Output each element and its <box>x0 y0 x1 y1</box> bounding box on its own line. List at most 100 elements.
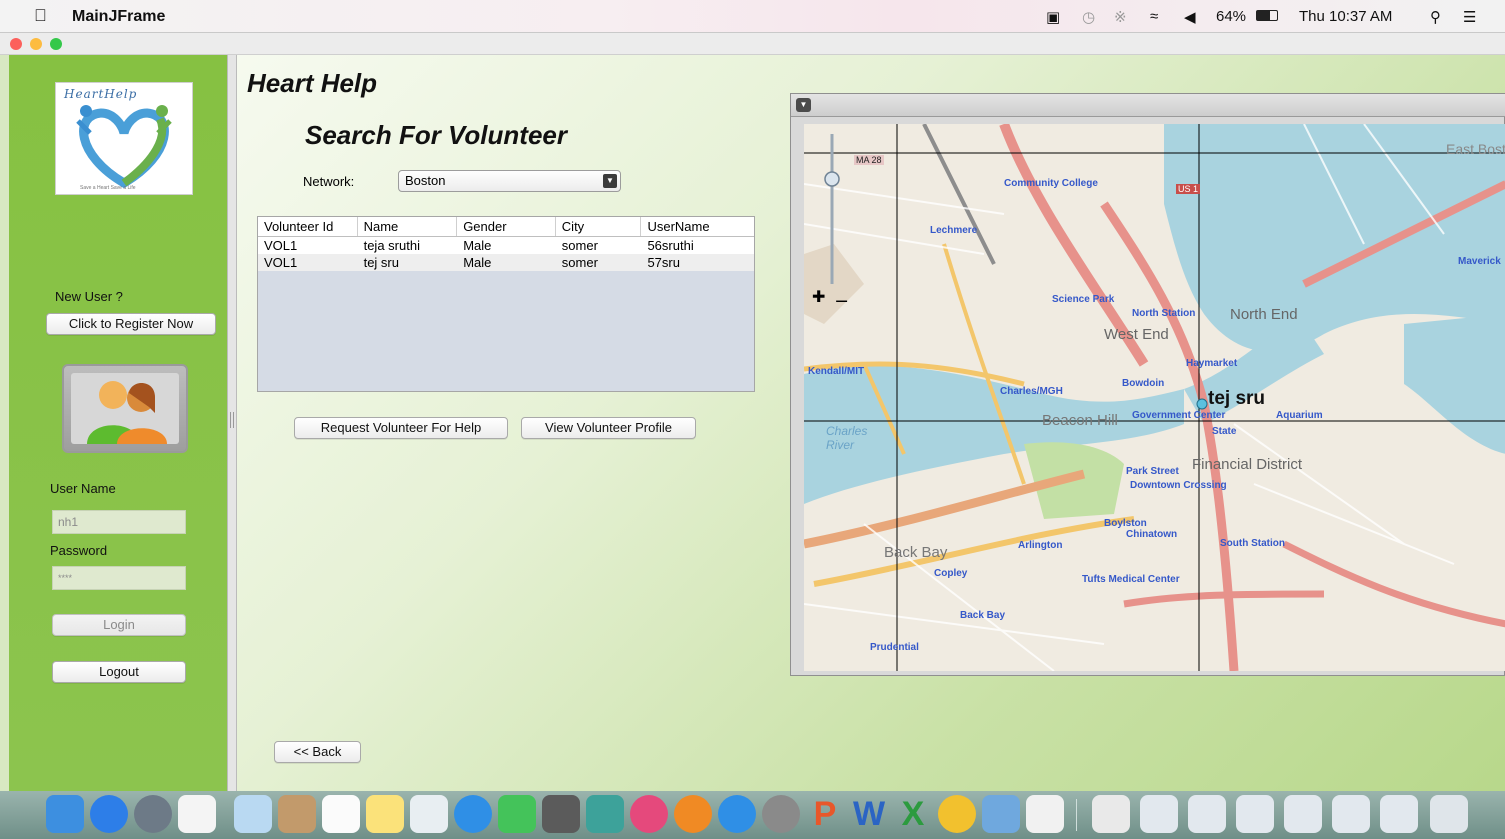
zoom-out-icon[interactable]: ⚊ <box>835 288 848 306</box>
spotlight-icon[interactable]: ⚲ <box>1430 8 1441 26</box>
table-cell: somer <box>561 238 598 253</box>
map-marker-label[interactable]: tej sru <box>1208 388 1265 410</box>
table-cell: tej sru <box>363 255 399 270</box>
map-label: MA 28 <box>854 155 884 165</box>
map-window-bar: ▼ <box>791 94 1505 117</box>
excel-icon[interactable]: X <box>894 795 932 833</box>
map-label: Bowdoin <box>1122 378 1165 389</box>
dock: P W X <box>0 791 1505 839</box>
notification-center-icon[interactable]: ☰ <box>1463 8 1476 26</box>
powerpoint-icon[interactable]: P <box>806 795 844 833</box>
column-header[interactable]: Name <box>358 217 458 236</box>
notes-icon[interactable] <box>366 795 404 833</box>
column-header[interactable]: City <box>556 217 642 236</box>
battery-percent[interactable]: 64% <box>1216 8 1246 25</box>
table-cell: Male <box>463 255 492 270</box>
register-button[interactable]: Click to Register Now <box>46 313 216 335</box>
view-volunteer-profile-button[interactable]: View Volunteer Profile <box>521 417 696 439</box>
clock[interactable]: Thu 10:37 AM <box>1299 8 1392 25</box>
table-header: Volunteer Id Name Gender City UserName <box>258 217 754 237</box>
zoom-window-button[interactable] <box>50 38 62 50</box>
column-header[interactable]: Gender <box>457 217 556 236</box>
wifi-icon[interactable]: ≈ <box>1150 8 1158 25</box>
word-icon[interactable]: W <box>850 795 888 833</box>
map-label: Copley <box>934 568 968 579</box>
iphoto-icon[interactable] <box>586 795 624 833</box>
ibooks-icon[interactable] <box>674 795 712 833</box>
table-row[interactable]: VOL1 teja sruthi Male somer 56sruthi <box>258 237 754 254</box>
java-icon[interactable] <box>1026 795 1064 833</box>
calendar-icon[interactable] <box>322 795 360 833</box>
password-field[interactable]: **** <box>52 566 186 590</box>
main-panel: Heart Help Search For Volunteer Network:… <box>237 55 1505 791</box>
window-icon[interactable]: ▣ <box>1046 8 1060 26</box>
battery-icon[interactable] <box>1256 10 1278 21</box>
map-label: Financial District <box>1192 456 1303 473</box>
map-label: Chinatown <box>1126 529 1178 540</box>
map-label: Community College <box>1004 178 1098 189</box>
mission-control-icon[interactable] <box>178 795 216 833</box>
volunteer-table[interactable]: Volunteer Id Name Gender City UserName V… <box>257 216 755 392</box>
table-cell: teja sruthi <box>363 238 420 253</box>
apple-icon[interactable]:  <box>34 6 47 26</box>
divider-grip[interactable] <box>230 412 234 428</box>
document-icon[interactable] <box>1140 795 1178 833</box>
map-view[interactable]: ✚ ⚊ tej sru MA 28 US 1 Community College… <box>804 124 1505 671</box>
launchpad-icon[interactable] <box>134 795 172 833</box>
document-icon[interactable] <box>1284 795 1322 833</box>
system-preferences-icon[interactable] <box>762 795 800 833</box>
table-cell: somer <box>561 255 598 270</box>
logout-button[interactable]: Logout <box>52 661 186 683</box>
contacts-icon[interactable] <box>278 795 316 833</box>
map-label: North Station <box>1132 308 1196 319</box>
time-machine-icon[interactable]: ◷ <box>1082 8 1095 26</box>
username-field[interactable]: nh1 <box>52 510 186 534</box>
back-button[interactable]: << Back <box>274 741 361 763</box>
minimize-window-button[interactable] <box>30 38 42 50</box>
virtualbox-icon[interactable] <box>982 795 1020 833</box>
map-label: Government Center <box>1132 410 1226 421</box>
document-icon[interactable] <box>1380 795 1418 833</box>
facetime-icon[interactable] <box>498 795 536 833</box>
close-window-button[interactable] <box>10 38 22 50</box>
users-icon <box>87 381 167 444</box>
request-volunteer-button[interactable]: Request Volunteer For Help <box>294 417 508 439</box>
photo-booth-icon[interactable] <box>542 795 580 833</box>
trash-icon[interactable] <box>1430 795 1468 833</box>
heart-logo-icon <box>76 105 172 189</box>
username-label: User Name <box>50 481 116 496</box>
column-header[interactable]: Volunteer Id <box>258 217 358 236</box>
document-icon[interactable] <box>1188 795 1226 833</box>
messages-icon[interactable] <box>454 795 492 833</box>
map-menu-icon[interactable]: ▼ <box>796 98 811 112</box>
app-menu-name[interactable]: MainJFrame <box>72 8 165 26</box>
map-label: Prudential <box>870 642 919 653</box>
split-pane-divider[interactable] <box>227 55 237 791</box>
document-icon[interactable] <box>1332 795 1370 833</box>
itunes-icon[interactable] <box>630 795 668 833</box>
column-header[interactable]: UserName <box>641 217 754 236</box>
mail-icon[interactable] <box>234 795 272 833</box>
login-button[interactable]: Login <box>52 614 186 636</box>
safari-icon[interactable] <box>90 795 128 833</box>
map-label: Tufts Medical Center <box>1082 574 1180 585</box>
map-label: Charles River <box>826 424 868 452</box>
reminders-icon[interactable] <box>410 795 448 833</box>
menu-bar:  MainJFrame ▣ ◷ ※ ≈ ◀ 64% Thu 10:37 AM … <box>0 0 1505 33</box>
chrome-icon[interactable] <box>938 795 976 833</box>
map-label: State <box>1212 426 1237 437</box>
app-store-icon[interactable] <box>718 795 756 833</box>
map-label: South Station <box>1220 538 1285 549</box>
zoom-in-icon[interactable]: ✚ <box>812 287 825 307</box>
network-select[interactable]: Boston ▼ <box>398 170 621 192</box>
map-label: East Bost <box>1446 141 1505 157</box>
document-icon[interactable] <box>1236 795 1274 833</box>
finder-icon[interactable] <box>46 795 84 833</box>
volume-icon[interactable]: ◀ <box>1184 8 1196 26</box>
bluetooth-icon[interactable]: ※ <box>1114 8 1127 26</box>
map-label: Beacon Hill <box>1042 412 1118 429</box>
document-icon[interactable] <box>1092 795 1130 833</box>
map-label: Arlington <box>1018 540 1063 551</box>
login-sidebar: HeartHelp Save a Heart Save a Life New U… <box>9 55 227 791</box>
table-row[interactable]: VOL1 tej sru Male somer 57sru <box>258 254 754 271</box>
